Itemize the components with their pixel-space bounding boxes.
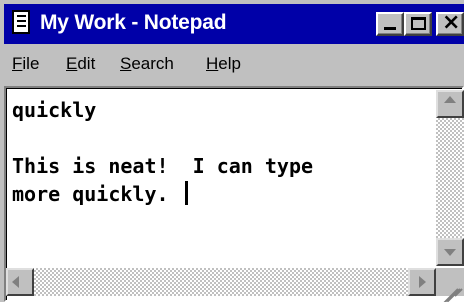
text-line: [12, 124, 432, 152]
menu-search[interactable]: Search: [120, 54, 174, 74]
menu-edit-accel: E: [66, 54, 78, 73]
menu-search-label: earch: [131, 54, 174, 73]
text-line: quickly: [12, 98, 97, 122]
notepad-icon[interactable]: [12, 10, 30, 34]
window-title: My Work - Notepad: [40, 11, 227, 34]
scroll-left-button[interactable]: [6, 268, 34, 296]
maximize-icon: [411, 17, 426, 30]
arrow-down-icon: [444, 249, 456, 256]
maximize-button[interactable]: [404, 12, 432, 36]
minimize-button[interactable]: [376, 12, 404, 36]
notepad-window: My Work - Notepad × File Edit Search Hel…: [0, 0, 464, 302]
horizontal-scrollbar[interactable]: [6, 268, 436, 296]
vertical-scrollbar[interactable]: [436, 90, 464, 266]
scroll-up-button[interactable]: [436, 90, 464, 118]
menu-edit-label: dit: [77, 54, 96, 73]
menu-edit[interactable]: Edit: [66, 54, 95, 74]
size-grip-icon[interactable]: [436, 268, 464, 302]
menu-file-accel: F: [12, 54, 23, 73]
title-bar[interactable]: My Work - Notepad ×: [4, 4, 464, 44]
close-button[interactable]: ×: [436, 10, 464, 36]
minimize-icon: [384, 27, 396, 30]
menu-help[interactable]: Help: [206, 54, 241, 74]
menu-file[interactable]: File: [12, 54, 39, 74]
text-caret: [184, 181, 188, 205]
document-text[interactable]: quickly This is neat! I can type more qui…: [12, 96, 432, 246]
menu-bar: File Edit Search Help: [4, 48, 464, 84]
menu-search-accel: S: [120, 54, 132, 73]
arrow-left-icon: [12, 276, 19, 288]
menu-help-accel: H: [206, 54, 219, 73]
scroll-right-button[interactable]: [408, 268, 436, 296]
scroll-down-button[interactable]: [436, 238, 464, 266]
text-line: This is neat! I can type: [12, 154, 314, 178]
arrow-right-icon: [419, 276, 426, 288]
text-line: more quickly.: [12, 180, 432, 208]
menu-help-label: elp: [218, 54, 241, 73]
arrow-up-icon: [444, 96, 456, 103]
close-icon: ×: [442, 10, 461, 35]
menu-file-label: ile: [22, 54, 40, 73]
text-line-content: more quickly.: [12, 182, 181, 206]
